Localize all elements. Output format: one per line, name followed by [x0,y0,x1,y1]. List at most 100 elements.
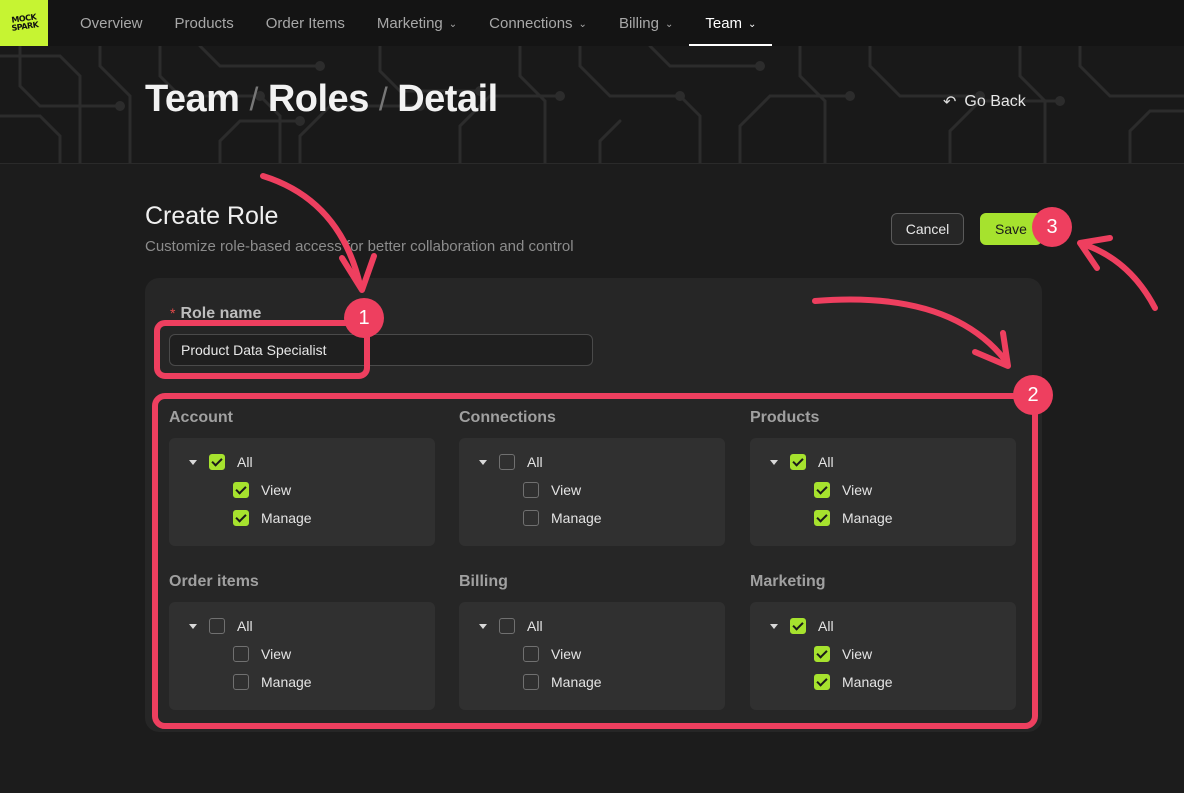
checkbox-label: View [842,646,873,662]
checkbox-all[interactable] [790,618,806,634]
permission-group-title-billing: Billing [459,573,508,590]
permission-group-title-connections: Connections [459,409,556,426]
annotation-badge-3: 3 [1032,207,1072,247]
nav-item-label: Connections [489,14,573,32]
permission-order-items-view[interactable]: View [233,646,291,662]
nav-item-label: Billing [618,14,659,32]
role-name-label-text: Role name [180,305,262,322]
permission-account-view[interactable]: View [233,482,291,498]
caret-down-icon[interactable] [189,460,197,465]
go-back-link[interactable]: ↶ Go Back [943,92,1026,112]
caret-down-icon[interactable] [479,624,487,629]
checkbox-manage[interactable] [814,510,830,526]
permission-tree-order-items: All View Manage [169,602,435,710]
checkbox-manage[interactable] [523,510,539,526]
permission-connections-all[interactable]: All [499,454,543,470]
chevron-down-icon: ⌄ [748,18,757,30]
checkbox-label: Manage [261,674,312,690]
permission-marketing-all[interactable]: All [790,618,834,634]
breadcrumb-detail: Detail [397,78,498,120]
page-subtitle: Customize role-based access for better c… [145,238,574,255]
breadcrumb-roles[interactable]: Roles [268,78,369,121]
checkbox-label: All [527,618,543,634]
go-back-label: Go Back [964,93,1026,110]
checkbox-manage[interactable] [233,674,249,690]
checkbox-all[interactable] [499,454,515,470]
checkbox-label: Manage [551,674,602,690]
permission-marketing-manage[interactable]: Manage [814,674,893,690]
permission-tree-connections: All View Manage [459,438,725,546]
breadcrumb-team[interactable]: Team [145,78,240,121]
permission-products-view[interactable]: View [814,482,872,498]
checkbox-view[interactable] [233,646,249,662]
checkbox-view[interactable] [523,646,539,662]
permission-billing-view[interactable]: View [523,646,581,662]
nav-item-label: Order Items [265,14,345,32]
caret-down-icon[interactable] [189,624,197,629]
nav-item-marketing[interactable]: Marketing ⌄ [361,0,473,46]
permission-tree-products: All View Manage [750,438,1016,546]
nav-item-label: Team [705,14,743,32]
checkbox-manage[interactable] [523,674,539,690]
checkbox-manage[interactable] [814,674,830,690]
breadcrumb: Team / Roles / Detail [145,78,498,121]
nav-item-team[interactable]: Team ⌄ [689,0,773,46]
checkbox-view[interactable] [814,646,830,662]
checkbox-label: All [527,454,543,470]
permission-billing-manage[interactable]: Manage [523,674,602,690]
permission-billing-all[interactable]: All [499,618,543,634]
checkbox-label: All [818,618,834,634]
required-marker: * [170,305,176,321]
checkbox-view[interactable] [814,482,830,498]
annotation-arrow-3 [1080,241,1158,311]
permission-connections-manage[interactable]: Manage [523,510,602,526]
checkbox-label: All [818,454,834,470]
page-hero: Team / Roles / Detail ↶ Go Back [0,46,1184,164]
permission-tree-marketing: All View Manage [750,602,1016,710]
permission-order-items-all[interactable]: All [209,618,253,634]
checkbox-label: View [261,646,292,662]
caret-down-icon[interactable] [479,460,487,465]
chevron-down-icon: ⌄ [448,18,458,30]
permission-group-title-products: Products [750,409,820,426]
checkbox-all[interactable] [790,454,806,470]
checkbox-label: Manage [551,510,602,526]
undo-arrow-icon: ↶ [943,94,957,111]
permission-account-manage[interactable]: Manage [233,510,312,526]
checkbox-label: View [261,482,292,498]
role-name-input[interactable] [169,334,593,366]
nav-item-overview[interactable]: Overview [64,0,159,46]
checkbox-all[interactable] [209,618,225,634]
role-name-label: * Role name [170,305,261,323]
caret-down-icon[interactable] [770,624,778,629]
permission-connections-view[interactable]: View [523,482,581,498]
nav-item-connections[interactable]: Connections ⌄ [473,0,603,46]
permission-products-all[interactable]: All [790,454,834,470]
checkbox-view[interactable] [523,482,539,498]
permission-order-items-manage[interactable]: Manage [233,674,312,690]
permission-products-manage[interactable]: Manage [814,510,893,526]
permission-tree-billing: All View Manage [459,602,725,710]
checkbox-label: View [842,482,873,498]
checkbox-all[interactable] [499,618,515,634]
nav-item-label: Marketing [376,14,443,32]
checkbox-label: View [551,646,582,662]
permission-account-all[interactable]: All [209,454,253,470]
checkbox-all[interactable] [209,454,225,470]
checkbox-label: All [237,454,253,470]
checkbox-label: View [551,482,582,498]
checkbox-manage[interactable] [233,510,249,526]
checkbox-label: Manage [842,510,893,526]
nav-item-products[interactable]: Products [159,0,250,46]
nav-item-order-items[interactable]: Order Items [250,0,361,46]
checkbox-view[interactable] [233,482,249,498]
permission-group-title-order-items: Order items [169,573,259,590]
permission-group-title-marketing: Marketing [750,573,826,590]
cancel-button[interactable]: Cancel [891,213,964,245]
caret-down-icon[interactable] [770,460,778,465]
nav-item-billing[interactable]: Billing ⌄ [603,0,689,46]
permission-marketing-view[interactable]: View [814,646,872,662]
brand-logo[interactable]: MOCK SPARK [0,0,48,46]
chevron-down-icon: ⌄ [578,18,587,30]
checkbox-label: All [237,618,253,634]
